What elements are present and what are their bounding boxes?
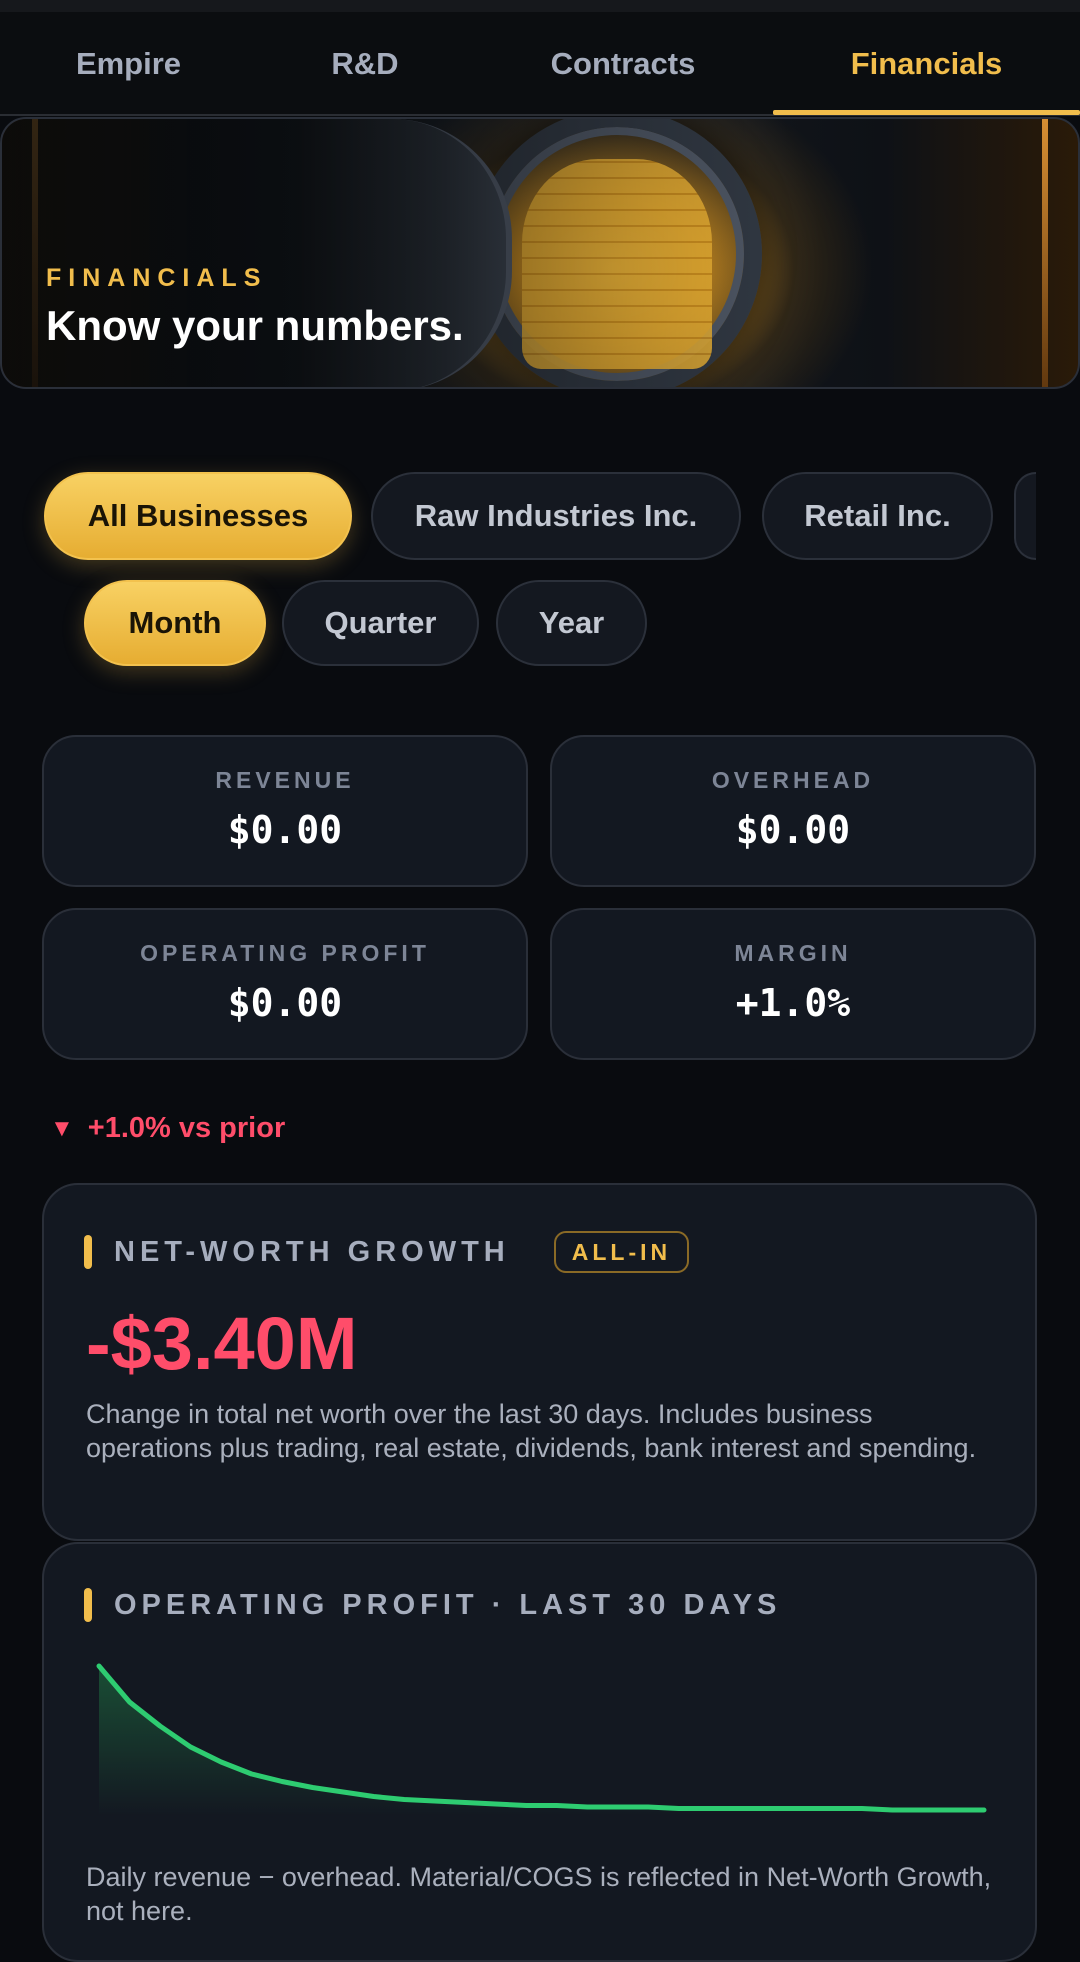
- chart-area-fill: [99, 1666, 984, 1816]
- delta-vs-prior: ▼ +1.0% vs prior: [50, 1112, 285, 1145]
- stat-label: REVENUE: [215, 767, 354, 794]
- stat-label: OVERHEAD: [712, 767, 874, 794]
- operating-profit-card: OPERATING PROFIT · LAST 30 DAYS Daily re…: [42, 1542, 1037, 1962]
- status-strip: [0, 0, 1080, 12]
- stat-label: OPERATING PROFIT: [140, 940, 430, 967]
- tab-rnd[interactable]: R&D: [257, 12, 473, 116]
- tab-contracts[interactable]: Contracts: [473, 12, 773, 116]
- hero-title: Know your numbers.: [46, 302, 464, 350]
- net-worth-card: NET-WORTH GROWTH ALL-IN -$3.40M Change i…: [42, 1183, 1037, 1541]
- chart-description: Daily revenue − overhead. Material/COGS …: [86, 1860, 1016, 1928]
- tab-bar: Empire R&D Contracts Financials: [0, 12, 1080, 116]
- stat-label: MARGIN: [734, 940, 851, 967]
- stat-operating-profit: OPERATING PROFIT $0.00: [42, 908, 528, 1060]
- net-worth-description: Change in total net worth over the last …: [86, 1397, 1006, 1465]
- filter-raw-industries[interactable]: Raw Industries Inc.: [371, 472, 741, 560]
- stat-value: +1.0%: [736, 981, 850, 1025]
- stat-margin: MARGIN +1.0%: [550, 908, 1036, 1060]
- filter-all-businesses[interactable]: All Businesses: [44, 472, 352, 560]
- active-tab-indicator: [773, 110, 1080, 115]
- filter-more-chip-partial[interactable]: [1014, 472, 1036, 560]
- stat-value: $0.00: [736, 808, 850, 852]
- filter-retail-inc[interactable]: Retail Inc.: [762, 472, 993, 560]
- period-year[interactable]: Year: [496, 580, 647, 666]
- hero-kicker: FINANCIALS: [46, 264, 267, 293]
- all-in-badge: ALL-IN: [554, 1231, 689, 1273]
- hero-banner: FINANCIALS Know your numbers.: [0, 117, 1080, 389]
- tab-financials[interactable]: Financials: [773, 12, 1080, 116]
- card-title: NET-WORTH GROWTH: [114, 1236, 510, 1269]
- stat-value: $0.00: [228, 808, 342, 852]
- delta-text: +1.0% vs prior: [88, 1112, 285, 1145]
- stat-overhead: OVERHEAD $0.00: [550, 735, 1036, 887]
- period-month[interactable]: Month: [84, 580, 266, 666]
- stat-value: $0.00: [228, 981, 342, 1025]
- accent-bar: [84, 1235, 92, 1269]
- stat-revenue: REVENUE $0.00: [42, 735, 528, 887]
- card-header: NET-WORTH GROWTH ALL-IN: [84, 1231, 689, 1273]
- triangle-down-icon: ▼: [50, 1115, 74, 1143]
- net-worth-value: -$3.40M: [86, 1301, 357, 1386]
- tab-empire[interactable]: Empire: [0, 12, 257, 116]
- period-quarter[interactable]: Quarter: [282, 580, 479, 666]
